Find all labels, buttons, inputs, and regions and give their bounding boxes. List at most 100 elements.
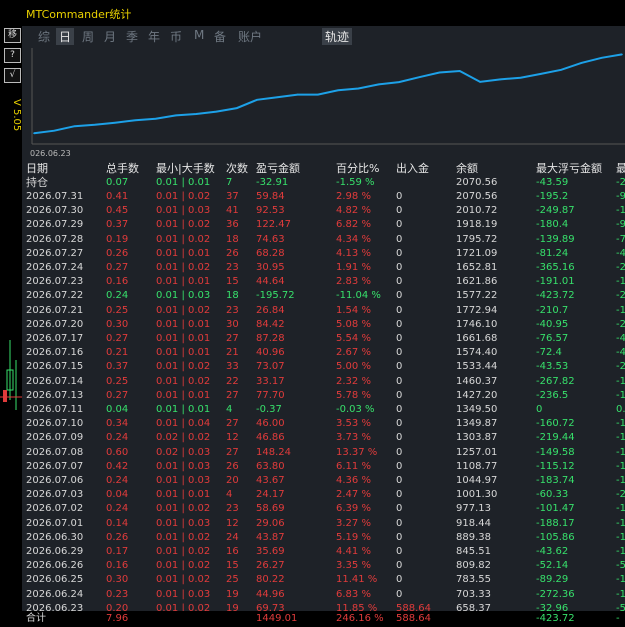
col-date: 日期 <box>26 162 48 175</box>
tab-quarter[interactable]: 季 <box>126 28 138 45</box>
table-row[interactable]: 2026.07.23 0.16 0.01 | 0.01 15 44.64 2.83 % 0 1… <box>22 275 625 289</box>
cell-balance: 1001.30 <box>456 489 498 501</box>
app-title: MTCommander统计 <box>26 8 132 21</box>
help-button[interactable]: ? <box>4 48 21 63</box>
cell-pnl: 92.53 <box>256 205 285 217</box>
cell-pct: 5.78 % <box>336 389 371 401</box>
cell-pnl: 43.67 <box>256 475 285 486</box>
tab-year[interactable]: 年 <box>148 28 160 45</box>
tab-notes[interactable]: 备 <box>214 28 226 45</box>
col-count: 次数 <box>226 162 248 175</box>
cell-flow: 0 <box>396 333 403 344</box>
table-row[interactable]: 2026.07.08 0.60 0.02 | 0.03 27 148.24 13.37 %… <box>22 446 625 460</box>
table-row[interactable]: 2026.07.11 0.04 0.01 | 0.01 4 -0.37 -0.03 % 0 1… <box>22 403 625 417</box>
cell-count: 4 <box>226 404 233 415</box>
cell-date: 2026.07.03 <box>26 489 84 501</box>
tab-day[interactable]: 日 <box>56 28 75 45</box>
cell-pct: 2.67 % <box>336 347 371 359</box>
table-row[interactable]: 2026.07.16 0.21 0.01 | 0.01 21 40.96 2.67 % 0 1… <box>22 346 625 360</box>
equity-point <box>53 129 56 132</box>
cell-lots: 0.37 <box>106 219 129 231</box>
holding-row[interactable]: 持仓 0.07 0.01 | 0.01 7 -32.91 -1.59 % 207… <box>22 176 625 190</box>
cell-balance: 2010.72 <box>456 205 498 217</box>
table-row[interactable]: 2026.07.20 0.30 0.01 | 0.01 30 84.42 5.08 % 0 1… <box>22 318 625 332</box>
table-row[interactable]: 2026.07.30 0.45 0.01 | 0.03 41 92.53 4.82 % 0 2… <box>22 204 625 218</box>
table-row[interactable]: 2026.07.31 0.41 0.01 | 0.02 37 59.84 2.98 % 0 2… <box>22 190 625 204</box>
cell-extra: -4 <box>616 333 625 344</box>
cell-pct: 5.00 % <box>336 361 371 373</box>
equity-point <box>175 114 177 117</box>
equity-point <box>317 93 319 96</box>
table-row[interactable]: 2026.07.17 0.27 0.01 | 0.01 27 87.28 5.54 % 0 1… <box>22 332 625 346</box>
equity-curve-chart: 026.06.23 <box>30 48 625 158</box>
table-row[interactable]: 2026.07.27 0.26 0.01 | 0.01 26 68.28 4.13 % 0 1… <box>22 247 625 261</box>
table-row[interactable]: 2026.07.14 0.25 0.01 | 0.02 22 33.17 2.32 % 0 1… <box>22 375 625 389</box>
tab-currency[interactable]: 币 <box>170 28 182 45</box>
cell-maxdd: -267.82 <box>536 375 575 387</box>
cell-lots: 0.14 <box>106 517 129 529</box>
table-row[interactable]: 2026.07.03 0.04 0.01 | 0.01 4 24.17 2.47 % 0 10… <box>22 488 625 502</box>
cell-lots: 0.27 <box>106 262 129 273</box>
cell-maxdd: -72.4 <box>536 347 562 359</box>
tab-month[interactable]: 月 <box>104 28 116 45</box>
cell-date: 2026.07.20 <box>26 318 84 330</box>
cell-maxdd: -43.62 <box>536 546 569 557</box>
tab-summary[interactable]: 综 <box>38 28 50 45</box>
equity-point <box>215 110 218 113</box>
table-row[interactable]: 2026.07.07 0.42 0.01 | 0.03 26 63.80 6.11 % 0 1… <box>22 460 625 474</box>
col-pct: 百分比% <box>336 162 380 175</box>
cell-lots: 0.27 <box>106 333 129 344</box>
cell-count: 27 <box>226 446 239 458</box>
move-button[interactable]: 移 <box>4 28 21 43</box>
tab-trajectory[interactable]: 轨迹 <box>322 28 353 45</box>
cell-date: 2026.07.30 <box>26 205 84 217</box>
cell-date: 2026.07.16 <box>26 347 84 359</box>
table-row[interactable]: 2026.06.30 0.26 0.01 | 0.02 24 43.87 5.19 % 0 8… <box>22 531 625 545</box>
equity-point <box>33 132 35 134</box>
cell-count: 27 <box>226 389 239 401</box>
cell-balance: 2070.56 <box>456 191 498 202</box>
cell-pnl: 43.87 <box>256 531 285 543</box>
cell-extra: -9 <box>616 219 625 231</box>
table-row[interactable]: 2026.06.25 0.30 0.01 | 0.02 25 80.22 11.41 % 0… <box>22 573 625 587</box>
cell-lots: 0.25 <box>106 375 129 387</box>
cell-minmax: 0.01 | 0.02 <box>156 560 211 572</box>
table-row[interactable]: 2026.07.06 0.24 0.01 | 0.03 20 43.67 4.36 % 0 1… <box>22 474 625 488</box>
table-row[interactable]: 2026.07.29 0.37 0.01 | 0.02 36 122.47 6.82 % 0… <box>22 218 625 232</box>
cell-pct: -0.03 % <box>336 404 375 415</box>
equity-point <box>114 121 116 124</box>
table-row[interactable]: 2026.07.28 0.19 0.01 | 0.02 18 74.63 4.34 % 0 1… <box>22 233 625 247</box>
cell-extra: -1 <box>616 588 625 600</box>
tab-week[interactable]: 周 <box>82 28 94 45</box>
cell-pnl: 80.22 <box>256 574 285 586</box>
cell-date: 2026.07.27 <box>26 247 84 259</box>
tab-magic[interactable]: M <box>194 28 204 42</box>
equity-point <box>540 73 542 75</box>
equity-point <box>600 57 603 59</box>
cell-balance: 1044.97 <box>456 475 498 486</box>
equity-point <box>236 107 238 109</box>
table-row[interactable]: 2026.07.13 0.27 0.01 | 0.01 27 77.70 5.78 % 0 1… <box>22 389 625 403</box>
table-row[interactable]: 2026.07.09 0.24 0.02 | 0.02 12 46.86 3.73 % 0 1… <box>22 431 625 445</box>
table-row[interactable]: 2026.07.15 0.37 0.01 | 0.02 33 73.07 5.00 % 0 1… <box>22 360 625 374</box>
cell-balance: 1349.87 <box>456 418 498 430</box>
tab-account[interactable]: 账户 <box>238 28 262 45</box>
check-button[interactable]: √ <box>4 68 21 83</box>
cell-minmax: 0.01 | 0.01 <box>156 318 211 330</box>
table-row[interactable]: 2026.07.22 0.24 0.01 | 0.03 18 -195.72 -11.04… <box>22 289 625 303</box>
cell-balance: 977.13 <box>456 503 491 515</box>
equity-point <box>621 53 623 56</box>
total-label: 合计 <box>26 613 46 624</box>
cell-pct: 4.36 % <box>336 475 371 486</box>
table-row[interactable]: 2026.07.01 0.14 0.01 | 0.03 12 29.06 3.27 % 0 9… <box>22 517 625 531</box>
table-row[interactable]: 2026.06.24 0.23 0.01 | 0.03 19 44.96 6.83 % 0 7… <box>22 588 625 602</box>
equity-point <box>195 113 197 115</box>
table-row[interactable]: 2026.07.10 0.34 0.01 | 0.04 27 46.00 3.53 % 0 1… <box>22 417 625 431</box>
holding-maxdd: -43.59 <box>536 177 569 188</box>
table-row[interactable]: 2026.06.26 0.16 0.01 | 0.02 15 26.27 3.35 % 0 8… <box>22 559 625 573</box>
table-row[interactable]: 2026.07.21 0.25 0.01 | 0.02 23 26.84 1.54 % 0 1… <box>22 304 625 318</box>
table-row[interactable]: 2026.06.29 0.17 0.01 | 0.02 16 35.69 4.41 % 0 8… <box>22 545 625 559</box>
cell-maxdd: 0 <box>536 404 543 415</box>
table-row[interactable]: 2026.07.02 0.24 0.01 | 0.02 23 58.69 6.39 % 0 9… <box>22 502 625 516</box>
table-row[interactable]: 2026.07.24 0.27 0.01 | 0.02 23 30.95 1.91 % 0 1… <box>22 261 625 275</box>
